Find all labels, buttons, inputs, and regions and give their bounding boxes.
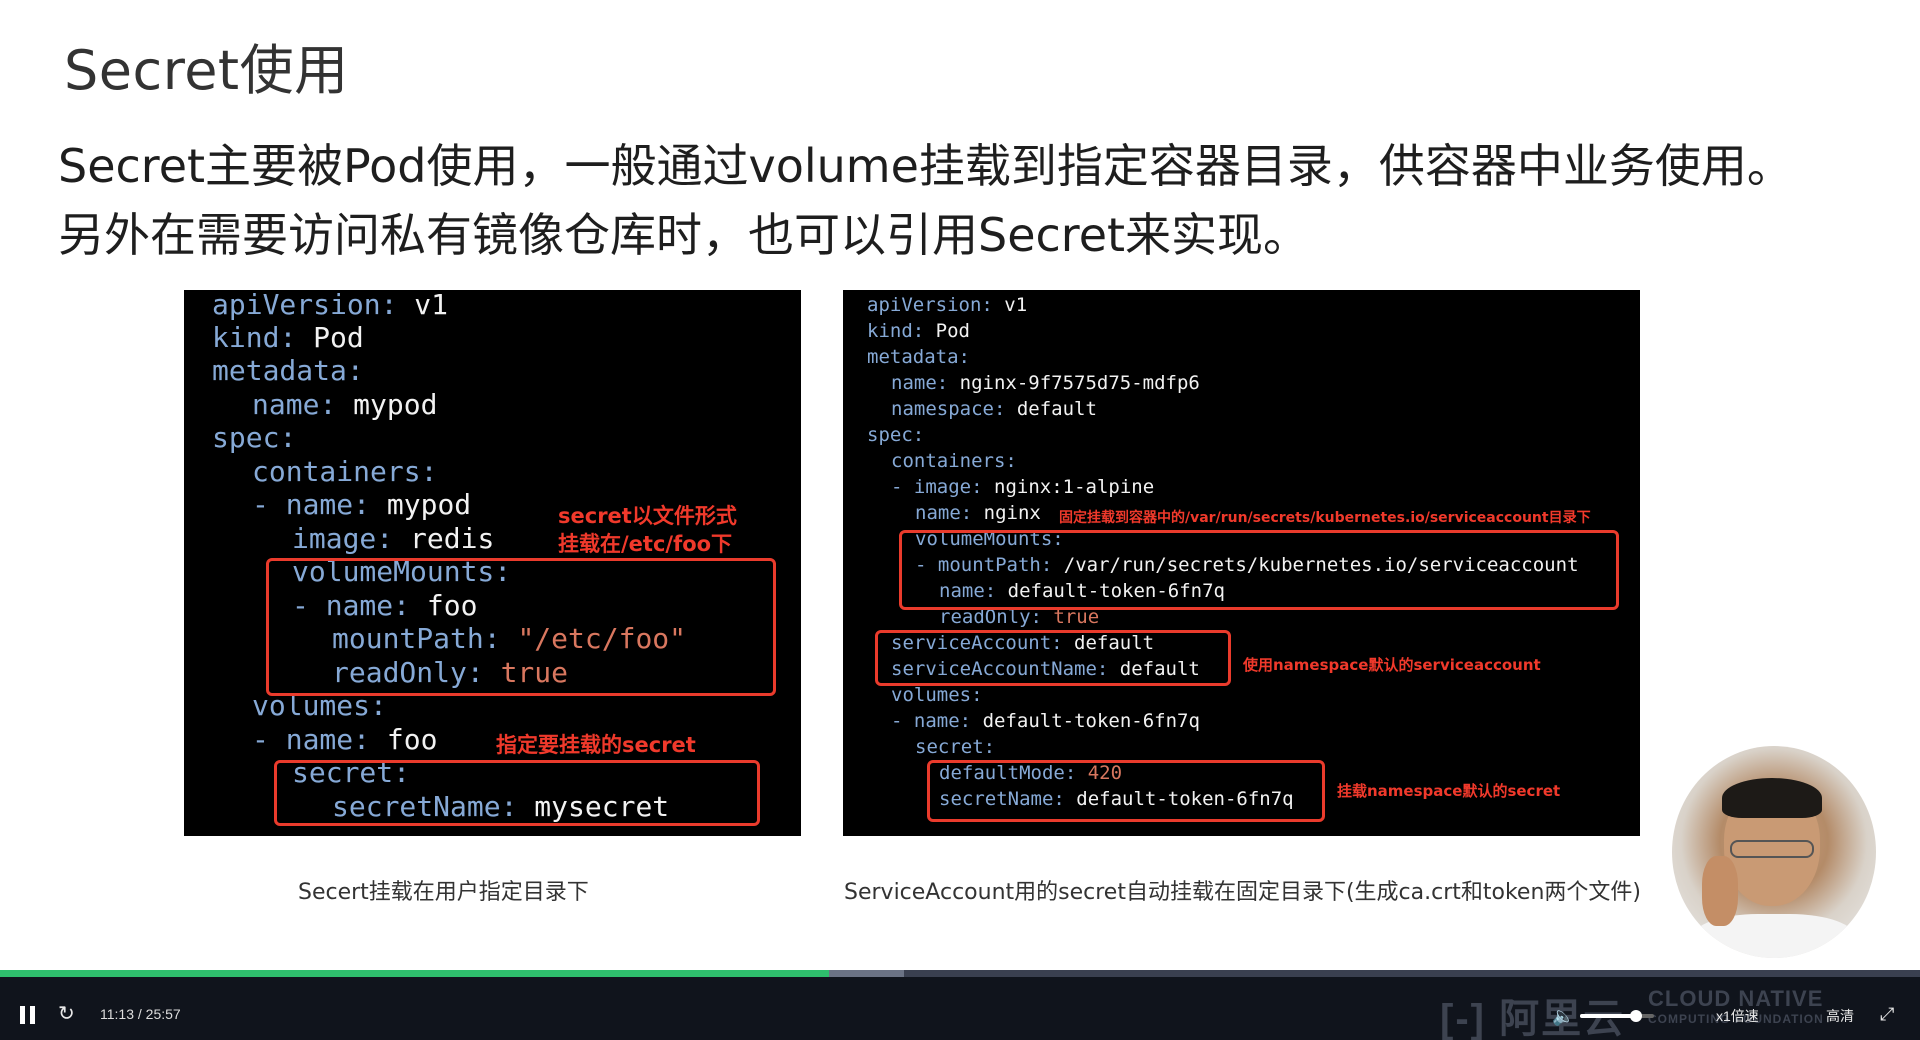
service-account-highlight <box>875 630 1231 686</box>
code-line: metadata: <box>867 346 970 368</box>
secret-note: 指定要挂载的secret <box>496 733 696 757</box>
video-player-bar: ↻ 11:13 / 25:57 [-] 阿里云 CLOUD NATIVE COM… <box>0 970 1920 1040</box>
slide: Secret使用 Secret主要被Pod使用，一般通过volume挂载到指定容… <box>0 0 1920 970</box>
code-line: - name: mypod <box>252 488 472 521</box>
code-line: - name: foo <box>252 723 438 756</box>
code-line: secret: <box>915 736 996 758</box>
code-line: apiVersion: v1 <box>212 290 449 321</box>
code-line: spec: <box>212 421 297 454</box>
secret-highlight <box>274 760 760 826</box>
code-line: - image: nginx:1-alpine <box>891 476 1155 498</box>
quality-button[interactable]: 高清 <box>1826 1006 1854 1026</box>
volume-icon[interactable]: 🔈 <box>1552 1006 1574 1027</box>
playback-time: 11:13 / 25:57 <box>100 1006 181 1022</box>
volume-mounts-highlight <box>266 558 776 696</box>
slide-title: Secret使用 <box>64 39 349 102</box>
left-caption: Secert挂载在用户指定目录下 <box>298 880 589 905</box>
fullscreen-icon[interactable]: ⤢ <box>1880 1004 1894 1025</box>
mount-note: secret以文件形式 <box>558 504 737 528</box>
left-code-panel: apiVersion: v1 kind: Pod metadata: name:… <box>184 290 801 836</box>
code-line: containers: <box>891 450 1017 472</box>
code-line: volumes: <box>891 684 983 706</box>
mount-note: 挂载在/etc/foo下 <box>558 532 733 556</box>
code-line: spec: <box>867 424 925 446</box>
mount-note: 固定挂载到容器中的/var/run/secrets/kubernetes.io/… <box>1059 510 1591 526</box>
playback-speed-button[interactable]: x1倍速 <box>1716 1006 1759 1026</box>
code-line: name: nginx-9f7575d75-mdfp6 <box>891 372 1200 394</box>
code-line: image: redis <box>292 522 495 555</box>
code-line: namespace: default <box>891 398 1097 420</box>
code-line: containers: <box>252 455 438 488</box>
replay-icon[interactable]: ↻ <box>58 1004 75 1024</box>
pause-icon[interactable] <box>20 1006 36 1024</box>
secret-highlight <box>927 760 1325 822</box>
progress-played <box>0 970 830 977</box>
right-code-panel: apiVersion: v1 kind: Pod metadata: name:… <box>843 290 1640 836</box>
volume-slider[interactable] <box>1580 1010 1654 1022</box>
volume-mounts-highlight <box>899 530 1619 610</box>
code-line: name: mypod <box>252 388 438 421</box>
right-caption: ServiceAccount用的secret自动挂载在固定目录下(生成ca.cr… <box>844 880 1641 905</box>
code-line: kind: Pod <box>867 320 970 342</box>
slide-intro: Secret主要被Pod使用，一般通过volume挂载到指定容器目录，供容器中业… <box>58 139 1793 262</box>
code-line: - name: default-token-6fn7q <box>891 710 1200 732</box>
secret-note: 挂载namespace默认的secret <box>1337 782 1561 800</box>
code-line: metadata: <box>212 354 364 387</box>
code-line: kind: Pod <box>212 321 364 354</box>
code-line: apiVersion: v1 <box>867 294 1028 316</box>
aliyun-logo: [-] 阿里云 <box>1440 997 1626 1040</box>
presenter-webcam <box>1672 746 1876 958</box>
code-line: name: nginx <box>915 502 1041 524</box>
sa-note: 使用namespace默认的serviceaccount <box>1243 656 1541 674</box>
progress-bar[interactable] <box>0 970 1920 977</box>
